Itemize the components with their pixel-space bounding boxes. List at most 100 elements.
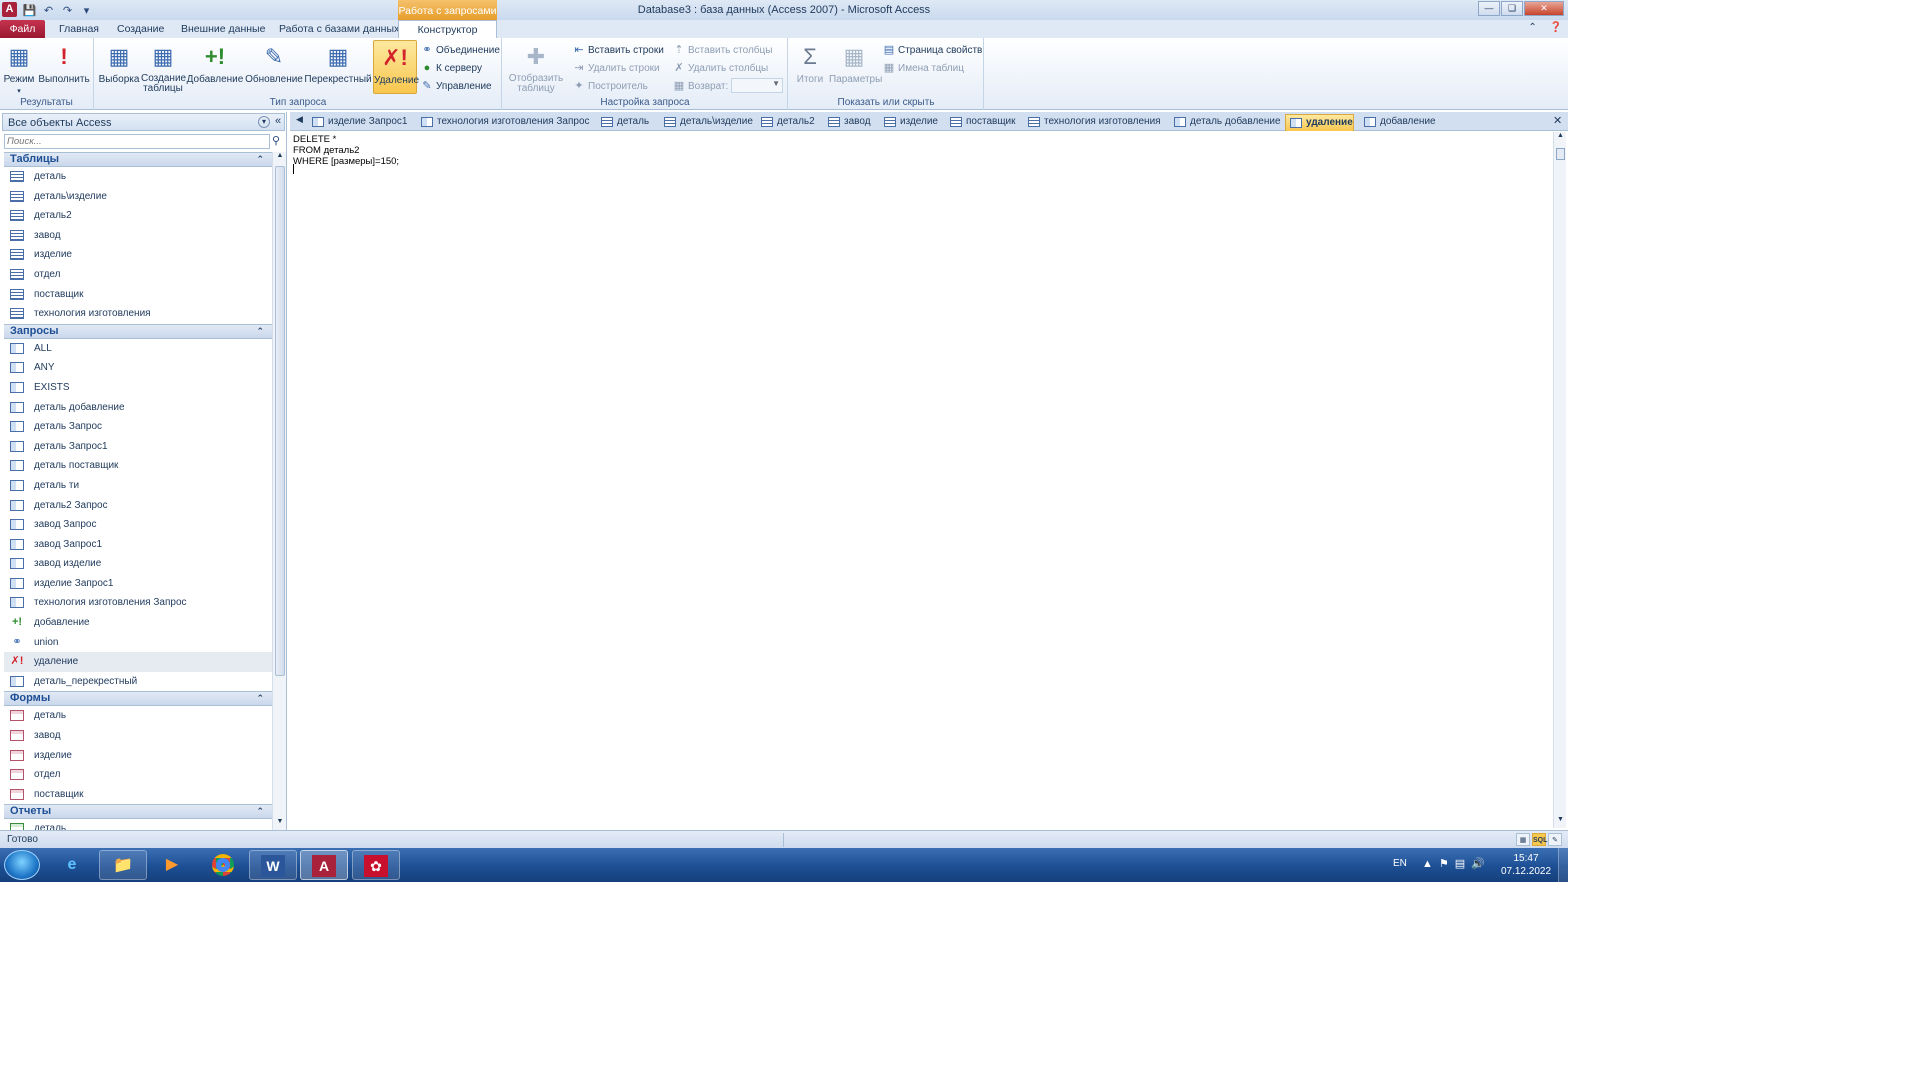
union-query-button[interactable]: ⚭ Объединение bbox=[420, 42, 500, 58]
nav-item[interactable]: изделие Запрос1 bbox=[4, 574, 272, 594]
nav-scroll-thumb[interactable] bbox=[275, 166, 285, 676]
tray-clock[interactable]: 15:47 07.12.2022 bbox=[1496, 852, 1556, 878]
nav-item[interactable]: деталь2 Запрос bbox=[4, 496, 272, 516]
minimize-button[interactable]: — bbox=[1478, 1, 1500, 16]
collapse-pane-icon[interactable]: « bbox=[275, 115, 281, 127]
nav-item[interactable]: завод Запрос bbox=[4, 515, 272, 535]
nav-item[interactable]: EXISTS bbox=[4, 378, 272, 398]
delete-columns-button[interactable]: ✗ Удалить столбцы bbox=[672, 60, 768, 76]
close-button[interactable]: ✕ bbox=[1524, 1, 1564, 16]
nav-item[interactable]: ALL bbox=[4, 339, 272, 359]
nav-header[interactable]: Все объекты Access ▾ « bbox=[2, 113, 285, 131]
tab-design[interactable]: Конструктор bbox=[398, 20, 497, 38]
nav-item[interactable]: технология изготовления Запрос bbox=[4, 593, 272, 613]
tab-create[interactable]: Создание bbox=[109, 20, 172, 38]
document-tab[interactable]: деталь\изделие bbox=[660, 114, 753, 131]
minimize-ribbon-icon[interactable]: ⌃ bbox=[1528, 22, 1536, 33]
nav-item[interactable]: завод bbox=[4, 226, 272, 246]
insert-columns-button[interactable]: ⇡ Вставить столбцы bbox=[672, 42, 772, 58]
nav-item[interactable]: деталь поставщик bbox=[4, 456, 272, 476]
scroll-down-icon[interactable]: ▼ bbox=[273, 818, 287, 830]
document-tab[interactable]: технология изготовления bbox=[1024, 114, 1161, 131]
property-sheet-button[interactable]: ▤ Страница свойств bbox=[882, 42, 983, 58]
nav-scrollbar[interactable]: ▲ ▼ bbox=[272, 152, 286, 830]
sql-view-button[interactable]: SQL bbox=[1532, 833, 1547, 846]
document-tab[interactable]: изделие bbox=[880, 114, 938, 131]
scroll-down-icon[interactable]: ▼ bbox=[1554, 816, 1567, 828]
nav-item[interactable]: отдел bbox=[4, 265, 272, 285]
nav-item[interactable]: завод bbox=[4, 726, 272, 746]
close-document-icon[interactable]: ✕ bbox=[1553, 114, 1562, 127]
nav-item[interactable]: поставщик bbox=[4, 785, 272, 805]
acrobat-reader-icon[interactable]: ✿ bbox=[352, 850, 400, 880]
table-names-button[interactable]: ▦ Имена таблиц bbox=[882, 60, 964, 76]
scroll-up-icon[interactable]: ▲ bbox=[273, 152, 287, 164]
show-desktop-button[interactable] bbox=[1558, 848, 1568, 882]
nav-section-header[interactable]: Отчеты ⌃ bbox=[4, 804, 272, 820]
editor-scroll-thumb[interactable] bbox=[1556, 148, 1565, 160]
nav-search-input[interactable] bbox=[4, 134, 270, 149]
nav-item[interactable]: деталь_перекрестный bbox=[4, 672, 272, 692]
collapse-section-icon[interactable]: ⌃ bbox=[256, 153, 264, 166]
view-mode-button[interactable]: ▦ Режим ▾ bbox=[3, 40, 35, 95]
tab-database-tools[interactable]: Работа с базами данных bbox=[271, 20, 407, 38]
access-taskbar-icon[interactable]: A bbox=[300, 850, 348, 880]
nav-menu-chevron-icon[interactable]: ▾ bbox=[258, 116, 270, 128]
nav-item[interactable]: деталь bbox=[4, 819, 272, 830]
search-icon[interactable]: ⚲ bbox=[272, 134, 280, 147]
nav-item[interactable]: отдел bbox=[4, 765, 272, 785]
document-tab[interactable]: технология изготовления Запрос bbox=[417, 114, 590, 131]
document-tab[interactable]: деталь2 bbox=[757, 114, 815, 131]
select-query-button[interactable]: ▦ Выборка bbox=[98, 40, 140, 94]
return-combo[interactable]: ▼ bbox=[731, 78, 783, 93]
nav-item[interactable]: деталь bbox=[4, 167, 272, 187]
delete-query-button[interactable]: ✗! Удаление bbox=[373, 40, 419, 94]
parameters-button[interactable]: ▦ Параметры bbox=[829, 40, 882, 94]
collapse-section-icon[interactable]: ⌃ bbox=[256, 805, 264, 818]
nav-item[interactable]: ⚭ union bbox=[4, 633, 272, 653]
pass-through-button[interactable]: ● К серверу bbox=[420, 60, 482, 76]
file-explorer-icon[interactable]: 📁 bbox=[99, 850, 147, 880]
insert-rows-button[interactable]: ⇤ Вставить строки bbox=[572, 42, 663, 58]
document-tab[interactable]: удаление bbox=[1285, 114, 1354, 131]
internet-explorer-icon[interactable]: e bbox=[48, 850, 96, 880]
editor-scrollbar[interactable]: ▲ ▼ bbox=[1553, 132, 1566, 828]
network-icon[interactable]: ▤ bbox=[1455, 858, 1471, 870]
totals-button[interactable]: Σ Итоги bbox=[792, 40, 828, 94]
document-tab[interactable]: деталь добавление bbox=[1170, 114, 1281, 131]
nav-item[interactable]: ANY bbox=[4, 358, 272, 378]
nav-section-header[interactable]: Запросы ⌃ bbox=[4, 323, 272, 339]
crosstab-query-button[interactable]: ▦ Перекрестный bbox=[304, 40, 372, 94]
nav-item[interactable]: завод Запрос1 bbox=[4, 535, 272, 555]
run-button[interactable]: ! Выполнить bbox=[37, 40, 91, 94]
help-icon[interactable]: ❓ bbox=[1550, 22, 1562, 33]
append-query-button[interactable]: +! Добавление bbox=[186, 40, 244, 94]
tabs-scroll-left-icon[interactable]: ◀ bbox=[296, 114, 303, 125]
document-tab[interactable]: завод bbox=[824, 114, 871, 131]
volume-icon[interactable]: 🔊 bbox=[1471, 858, 1491, 870]
nav-item[interactable]: +! добавление bbox=[4, 613, 272, 633]
document-tab[interactable]: поставщик bbox=[946, 114, 1016, 131]
nav-item[interactable]: деталь Запрос1 bbox=[4, 437, 272, 457]
nav-item[interactable]: деталь2 bbox=[4, 206, 272, 226]
document-tab[interactable]: изделие Запрос1 bbox=[308, 114, 407, 131]
action-center-flag-icon[interactable]: ⚑ bbox=[1439, 858, 1455, 870]
show-hidden-icons-icon[interactable]: ▲ bbox=[1422, 858, 1439, 870]
datasheet-view-icon[interactable]: ▦ bbox=[1516, 833, 1530, 846]
nav-item[interactable]: деталь Запрос bbox=[4, 417, 272, 437]
make-table-button[interactable]: ▦ Создание таблицы bbox=[141, 40, 186, 94]
delete-rows-button[interactable]: ⇥ Удалить строки bbox=[572, 60, 659, 76]
nav-section-header[interactable]: Формы ⌃ bbox=[4, 691, 272, 707]
word-icon[interactable]: W bbox=[249, 850, 297, 880]
nav-item[interactable]: ✗! удаление bbox=[4, 652, 272, 672]
collapse-section-icon[interactable]: ⌃ bbox=[256, 325, 264, 338]
start-button[interactable] bbox=[4, 850, 40, 880]
nav-section-header[interactable]: Таблицы ⌃ bbox=[4, 152, 272, 167]
tab-external-data[interactable]: Внешние данные bbox=[173, 20, 273, 38]
show-table-button[interactable]: ✚ Отобразить таблицу bbox=[507, 40, 565, 94]
document-tab[interactable]: добавление bbox=[1360, 114, 1436, 131]
nav-item[interactable]: поставщик bbox=[4, 285, 272, 305]
nav-item[interactable]: деталь bbox=[4, 706, 272, 726]
tab-file[interactable]: Файл bbox=[0, 20, 45, 38]
tab-home[interactable]: Главная bbox=[51, 20, 107, 38]
